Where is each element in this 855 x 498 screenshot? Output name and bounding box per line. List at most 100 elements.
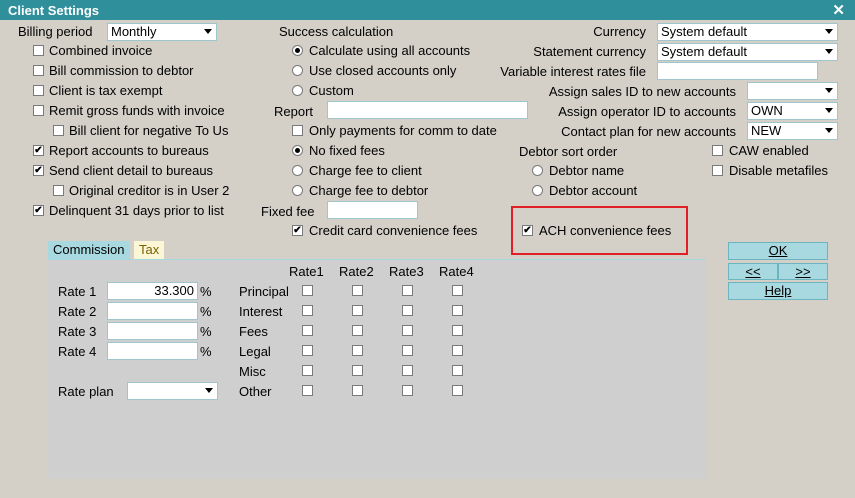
currency-select[interactable]: System default [657,23,838,41]
remit-gross-checkbox[interactable] [33,105,44,116]
combined-invoice-checkbox[interactable] [33,45,44,56]
rate1-input[interactable]: 33.300 [107,282,198,300]
rate-checkbox-interest-2[interactable] [352,305,363,316]
next-button[interactable]: >> [778,263,828,280]
rate-checkbox-other-3[interactable] [402,385,413,396]
rate-checkbox-misc-2[interactable] [352,365,363,376]
rate-checkbox-legal-3[interactable] [402,345,413,356]
rate3-pct: % [200,324,212,339]
rate4-input[interactable] [107,342,198,360]
report-input[interactable] [327,101,528,119]
delinquent-label: Delinquent 31 days prior to list [49,203,224,218]
disable-metafiles-checkbox[interactable] [712,165,723,176]
rate2-pct: % [200,304,212,319]
rate-checkbox-misc-1[interactable] [302,365,313,376]
prev-button-label: << [745,264,761,279]
rate-plan-select[interactable] [127,382,218,400]
cc-fees-checkbox[interactable]: ✔ [292,225,303,236]
rate1-value: 33.300 [154,283,194,298]
chevron-down-icon [825,49,833,54]
rate4-label: Rate 4 [58,344,97,359]
currency-label: Currency [593,24,646,39]
column-rate1: Rate1 [289,264,324,279]
debtor-name-label: Debtor name [549,163,625,178]
row-legal: Legal [239,344,271,359]
charge-client-radio[interactable] [292,165,303,176]
charge-debtor-radio[interactable] [292,185,303,196]
chevron-down-icon [825,128,833,133]
rate-checkbox-fees-1[interactable] [302,325,313,336]
rate-checkbox-legal-4[interactable] [452,345,463,356]
chevron-down-icon [204,29,212,34]
calc-all-radio[interactable] [292,45,303,56]
tab-commission[interactable]: Commission [48,241,130,259]
charge-client-label: Charge fee to client [309,163,422,178]
billing-period-value: Monthly [111,24,157,39]
next-button-label: >> [795,264,811,279]
rate3-input[interactable] [107,322,198,340]
contact-plan-select[interactable]: NEW [747,122,838,140]
rate-checkbox-other-2[interactable] [352,385,363,396]
column-rate2: Rate2 [339,264,374,279]
only-payments-checkbox[interactable] [292,125,303,136]
row-misc: Misc [239,364,266,379]
rate-checkbox-legal-1[interactable] [302,345,313,356]
rate-checkbox-other-1[interactable] [302,385,313,396]
tax-exempt-checkbox[interactable] [33,85,44,96]
title-bar: Client Settings ✕ [0,0,855,20]
contact-plan-value: NEW [751,123,782,138]
report-label: Report [274,104,314,119]
ach-fees-checkbox[interactable]: ✔ [522,225,533,236]
debtor-name-radio[interactable] [532,165,543,176]
custom-radio[interactable] [292,85,303,96]
report-bureaus-checkbox[interactable]: ✔ [33,145,44,156]
original-creditor-checkbox[interactable] [53,185,64,196]
caw-enabled-checkbox[interactable] [712,145,723,156]
rate-checkbox-principal-4[interactable] [452,285,463,296]
rate-checkbox-interest-3[interactable] [402,305,413,316]
rate-checkbox-fees-3[interactable] [402,325,413,336]
window-title: Client Settings [8,3,100,18]
ok-button[interactable]: OK [728,242,828,260]
rate-checkbox-principal-3[interactable] [402,285,413,296]
prev-button[interactable]: << [728,263,778,280]
close-icon[interactable]: ✕ [832,1,845,19]
send-detail-checkbox[interactable]: ✔ [33,165,44,176]
row-principal: Principal [239,284,289,299]
column-rate3: Rate3 [389,264,424,279]
rate-checkbox-interest-1[interactable] [302,305,313,316]
use-closed-radio[interactable] [292,65,303,76]
variable-interest-label: Variable interest rates file [500,64,646,79]
assign-operator-value: OWN [751,103,783,118]
rate-checkbox-fees-4[interactable] [452,325,463,336]
bill-negative-checkbox[interactable] [53,125,64,136]
assign-sales-label: Assign sales ID to new accounts [548,84,736,99]
rate-checkbox-misc-3[interactable] [402,365,413,376]
custom-label: Custom [309,83,354,98]
rate-checkbox-misc-4[interactable] [452,365,463,376]
column-rate4: Rate4 [439,264,474,279]
bill-commission-checkbox[interactable] [33,65,44,76]
statement-currency-select[interactable]: System default [657,43,838,61]
fixed-fee-input[interactable] [327,201,418,219]
tab-commission-label: Commission [53,242,125,257]
assign-operator-select[interactable]: OWN [747,102,838,120]
tab-tax[interactable]: Tax [134,241,165,259]
debtor-account-radio[interactable] [532,185,543,196]
rate4-pct: % [200,344,212,359]
delinquent-checkbox[interactable]: ✔ [33,205,44,216]
rate-checkbox-interest-4[interactable] [452,305,463,316]
billing-period-select[interactable]: Monthly [107,23,217,41]
remit-gross-label: Remit gross funds with invoice [49,103,225,118]
no-fixed-fees-radio[interactable] [292,145,303,156]
variable-interest-input[interactable] [657,62,818,80]
assign-sales-select[interactable] [747,82,838,100]
original-creditor-label: Original creditor is in User 2 [69,183,230,198]
rate-checkbox-legal-2[interactable] [352,345,363,356]
help-button[interactable]: Help [728,282,828,300]
rate2-input[interactable] [107,302,198,320]
rate-checkbox-other-4[interactable] [452,385,463,396]
rate-checkbox-fees-2[interactable] [352,325,363,336]
rate-checkbox-principal-1[interactable] [302,285,313,296]
rate-checkbox-principal-2[interactable] [352,285,363,296]
